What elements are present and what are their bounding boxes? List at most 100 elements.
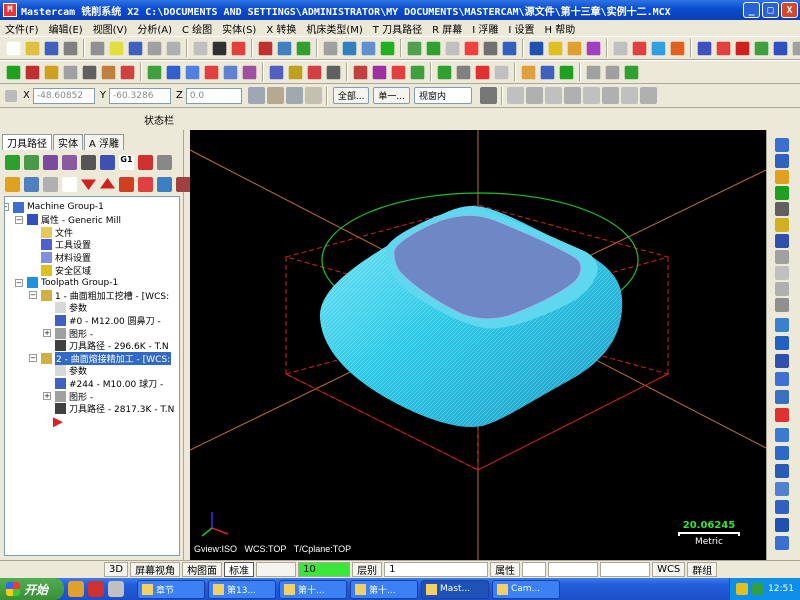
cursor-select-icon[interactable]: [480, 87, 498, 104]
tb2-button-22-icon[interactable]: [456, 65, 471, 79]
right-toolbar-button-10-icon[interactable]: [775, 298, 789, 312]
tb2-button-3-icon[interactable]: [63, 65, 78, 79]
wcs-button[interactable]: WCS: [652, 562, 686, 577]
right-toolbar-button-5-icon[interactable]: [775, 218, 789, 232]
ime-options[interactable]: [256, 562, 297, 577]
tb1-button-5-icon[interactable]: [109, 41, 124, 55]
taskbar-item-0[interactable]: 章节: [137, 579, 205, 599]
tree-expander[interactable]: +: [43, 329, 51, 337]
tb1-button-14-icon[interactable]: [296, 41, 311, 55]
toggle-post-icon[interactable]: [43, 176, 58, 192]
tree-item[interactable]: #0 - M12.00 圆鼻刀 -: [55, 314, 161, 327]
tb2-button-11-icon[interactable]: [223, 65, 238, 79]
menu-item-0[interactable]: 文件(F): [0, 21, 44, 36]
tb1-button-30-icon[interactable]: [632, 41, 647, 55]
maximize-button[interactable]: □: [762, 2, 779, 18]
end-selection-icon[interactable]: [640, 87, 658, 104]
right-toolbar-button-13-icon[interactable]: [775, 354, 789, 368]
select-surface-icon[interactable]: [507, 87, 525, 104]
right-toolbar-button-23-icon[interactable]: [775, 536, 789, 550]
tree-item[interactable]: 属性 - Generic Mill: [27, 214, 121, 226]
tb2-button-14-icon[interactable]: [288, 65, 303, 79]
tb1-button-11-icon[interactable]: [231, 41, 246, 55]
ime-standard-indicator[interactable]: 标准: [224, 562, 255, 577]
tb1-button-3-icon[interactable]: [63, 41, 78, 55]
tb2-button-16-icon[interactable]: [326, 65, 341, 79]
tb1-button-0-icon[interactable]: [6, 41, 21, 55]
menu-item-7[interactable]: 机床类型(M): [301, 21, 367, 36]
tree-item[interactable]: 工具设置: [41, 239, 91, 251]
screen-view-button[interactable]: 屏幕视角: [130, 562, 181, 577]
select-single-button[interactable]: 单一...: [373, 87, 411, 104]
tb1-button-26-icon[interactable]: [548, 41, 563, 55]
insert-arrow-icon[interactable]: [53, 417, 63, 428]
menu-item-4[interactable]: C 绘图: [177, 21, 217, 36]
right-toolbar-button-0-icon[interactable]: [775, 138, 789, 152]
verify-ops-icon[interactable]: [81, 154, 96, 170]
tb1-button-16-icon[interactable]: [342, 41, 357, 55]
start-button[interactable]: 开始: [0, 578, 64, 600]
tb1-button-36-icon[interactable]: [754, 41, 769, 55]
quicklaunch-explorer-icon[interactable]: [68, 581, 84, 597]
right-toolbar-button-14-icon[interactable]: [775, 372, 789, 386]
select-all-button[interactable]: 全部...: [332, 87, 370, 104]
select-icon[interactable]: [285, 87, 303, 104]
tb1-button-2-icon[interactable]: [44, 41, 59, 55]
select-edge-icon[interactable]: [583, 87, 601, 104]
menu-item-11[interactable]: I 设置: [503, 21, 539, 36]
tb2-button-2-icon[interactable]: [44, 65, 59, 79]
line-style-select[interactable]: [548, 562, 599, 577]
menu-item-6[interactable]: X 转换: [261, 21, 301, 36]
tb1-button-1-icon[interactable]: [25, 41, 40, 55]
tb1-button-35-icon[interactable]: [735, 41, 750, 55]
regenerate-dirty-icon[interactable]: [43, 154, 58, 170]
tb2-button-27-icon[interactable]: [559, 65, 574, 79]
minimize-button[interactable]: _: [743, 2, 760, 18]
tb2-button-8-icon[interactable]: [166, 65, 181, 79]
tree-expander[interactable]: +: [43, 392, 51, 400]
right-toolbar-button-11-icon[interactable]: [775, 318, 789, 332]
right-toolbar-button-2-icon[interactable]: [775, 170, 789, 184]
right-toolbar-button-19-icon[interactable]: [775, 464, 789, 478]
right-toolbar-button-7-icon[interactable]: [775, 250, 789, 264]
menu-item-2[interactable]: 视图(V): [88, 21, 133, 36]
close-button[interactable]: X: [781, 2, 798, 18]
verify-icon[interactable]: [621, 87, 639, 104]
tb2-button-12-icon[interactable]: [242, 65, 257, 79]
tb1-button-20-icon[interactable]: [426, 41, 441, 55]
taskbar-item-4[interactable]: Mast...: [421, 579, 489, 599]
tab-2[interactable]: A 浮雕: [84, 134, 125, 150]
tb2-button-1-icon[interactable]: [25, 65, 40, 79]
tb1-button-6-icon[interactable]: [128, 41, 143, 55]
attributes-button[interactable]: 属性: [490, 562, 521, 577]
fast-point-icon[interactable]: [247, 87, 265, 104]
point-style-select[interactable]: [522, 562, 547, 577]
tree-item[interactable]: 参数: [55, 365, 87, 377]
autocursor-icon[interactable]: [5, 89, 17, 102]
selection-mode-select[interactable]: 视窗内: [414, 87, 473, 104]
delete-ops-icon[interactable]: [157, 154, 172, 170]
tb1-button-8-icon[interactable]: [166, 41, 181, 55]
menu-item-10[interactable]: I 浮雕: [467, 21, 503, 36]
taskbar-item-1[interactable]: 第13...: [208, 579, 276, 599]
tb1-button-19-icon[interactable]: [407, 41, 422, 55]
tree-expander[interactable]: −: [5, 203, 9, 211]
select-face-icon[interactable]: [564, 87, 582, 104]
tb2-button-21-icon[interactable]: [437, 65, 452, 79]
tb1-button-28-icon[interactable]: [586, 41, 601, 55]
simulate-icon[interactable]: [100, 154, 115, 170]
right-toolbar-button-6-icon[interactable]: [775, 234, 789, 248]
tb1-button-13-icon[interactable]: [277, 41, 292, 55]
tb2-button-19-icon[interactable]: [391, 65, 406, 79]
tray-icon-2[interactable]: [752, 583, 765, 595]
tree-item[interactable]: 材料设置: [41, 251, 91, 264]
tb1-button-21-icon[interactable]: [445, 41, 460, 55]
select-all-ops-icon[interactable]: [5, 154, 20, 170]
help-icon[interactable]: [176, 176, 191, 192]
taskbar-item-5[interactable]: Cam...: [492, 579, 560, 599]
right-toolbar-button-16-icon[interactable]: [775, 408, 789, 422]
menu-item-3[interactable]: 分析(A): [132, 21, 177, 36]
level-value-field[interactable]: 1: [384, 562, 489, 577]
tree-item[interactable]: Toolpath Group-1: [27, 277, 118, 289]
tree-item[interactable]: 图形 -: [55, 327, 93, 340]
